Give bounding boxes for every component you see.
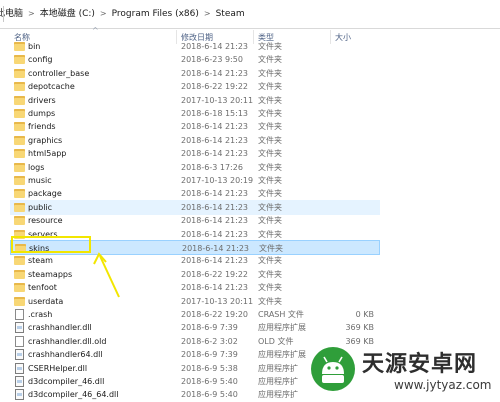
watermark: 天源安卓网 www.jytyaz.com bbox=[310, 342, 500, 400]
watermark-url: www.jytyaz.com bbox=[394, 378, 492, 392]
watermark-title: 天源安卓网 bbox=[362, 352, 478, 377]
android-logo-icon bbox=[311, 347, 355, 391]
annotation-arrow-icon bbox=[93, 252, 120, 298]
